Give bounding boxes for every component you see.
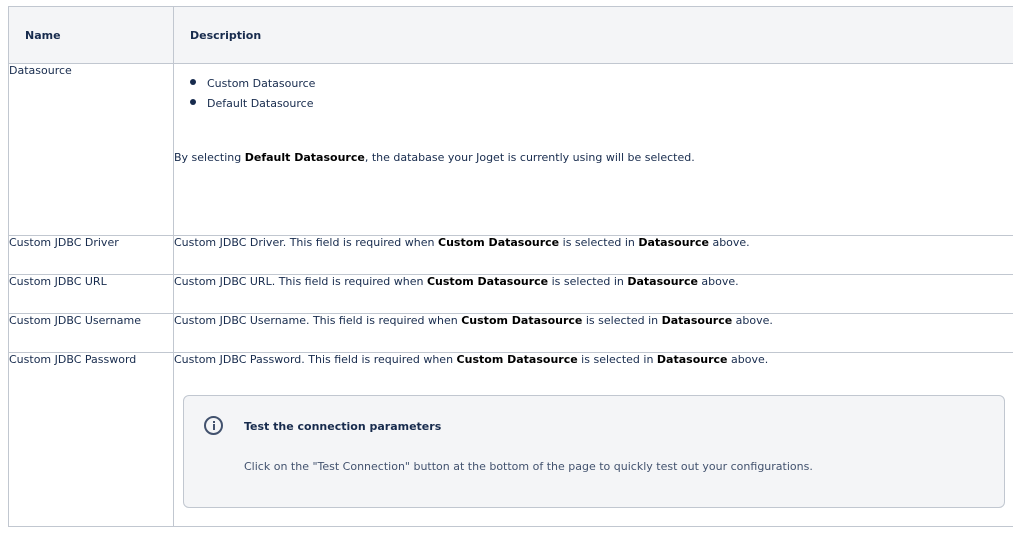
- datasource-note: By selecting Default Datasource, the dat…: [174, 151, 695, 164]
- list-item: Default Datasource: [174, 94, 1013, 114]
- table-header-row: Name Description: [8, 6, 1013, 64]
- row-description: Custom JDBC Username. This field is requ…: [173, 313, 1013, 353]
- table-row: Custom JDBC URL Custom JDBC URL. This fi…: [8, 274, 1013, 314]
- bullet-icon: [190, 99, 196, 105]
- row-name: Custom JDBC Password: [8, 352, 174, 527]
- row-name: Datasource: [8, 63, 174, 236]
- properties-table: Name Description Datasource Custom Datas…: [8, 6, 1013, 527]
- table-row: Custom JDBC Driver Custom JDBC Driver. T…: [8, 235, 1013, 275]
- row-description: Custom Datasource Default Datasource By …: [173, 63, 1013, 236]
- info-icon: [204, 416, 223, 435]
- row-description-text: Custom JDBC Password. This field is requ…: [174, 353, 769, 366]
- row-name: Custom JDBC Username: [8, 313, 174, 353]
- row-description: Custom JDBC Password. This field is requ…: [173, 352, 1013, 527]
- table-row: Custom JDBC Username Custom JDBC Usernam…: [8, 313, 1013, 353]
- info-panel-title: Test the connection parameters: [244, 420, 442, 433]
- table-row: Custom JDBC Password Custom JDBC Passwor…: [8, 352, 1013, 527]
- row-name: Custom JDBC URL: [8, 274, 174, 314]
- option-label: Custom Datasource: [207, 77, 316, 90]
- info-panel-body: Click on the "Test Connection" button at…: [244, 460, 813, 473]
- row-name: Custom JDBC Driver: [8, 235, 174, 275]
- row-description: Custom JDBC Driver. This field is requir…: [173, 235, 1013, 275]
- option-label: Default Datasource: [207, 97, 314, 110]
- header-name: Name: [8, 6, 174, 64]
- header-description: Description: [173, 6, 1013, 64]
- info-panel: Test the connection parameters Click on …: [183, 395, 1005, 508]
- row-description: Custom JDBC URL. This field is required …: [173, 274, 1013, 314]
- list-item: Custom Datasource: [174, 74, 1013, 94]
- bullet-icon: [190, 79, 196, 85]
- table-row: Datasource Custom Datasource Default Dat…: [8, 63, 1013, 236]
- datasource-options-list: Custom Datasource Default Datasource: [174, 74, 1013, 114]
